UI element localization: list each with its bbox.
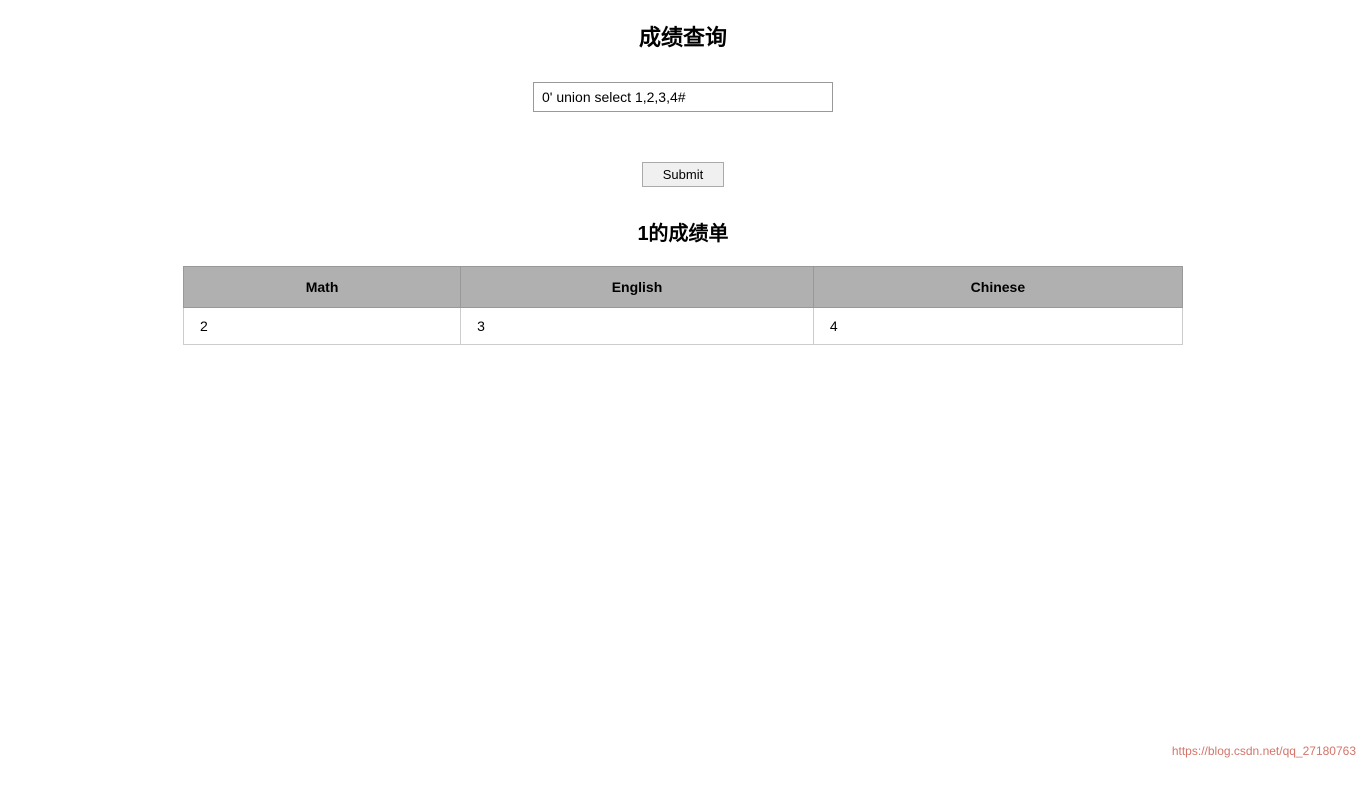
table-cell: 3 bbox=[461, 308, 814, 345]
result-table: Math English Chinese 234 bbox=[183, 266, 1183, 345]
col-math: Math bbox=[184, 267, 461, 308]
col-chinese: Chinese bbox=[813, 267, 1182, 308]
search-input[interactable] bbox=[533, 82, 833, 112]
table-header-row: Math English Chinese bbox=[184, 267, 1183, 308]
table-row: 234 bbox=[184, 308, 1183, 345]
result-title: 1的成绩单 bbox=[0, 217, 1366, 246]
col-english: English bbox=[461, 267, 814, 308]
page-title: 成绩查询 bbox=[0, 20, 1366, 52]
submit-button[interactable]: Submit bbox=[642, 162, 724, 187]
table-cell: 4 bbox=[813, 308, 1182, 345]
watermark: https://blog.csdn.net/qq_27180763 bbox=[1172, 744, 1356, 758]
result-table-container: Math English Chinese 234 bbox=[0, 266, 1366, 345]
search-form: Submit bbox=[0, 82, 1366, 187]
table-cell: 2 bbox=[184, 308, 461, 345]
